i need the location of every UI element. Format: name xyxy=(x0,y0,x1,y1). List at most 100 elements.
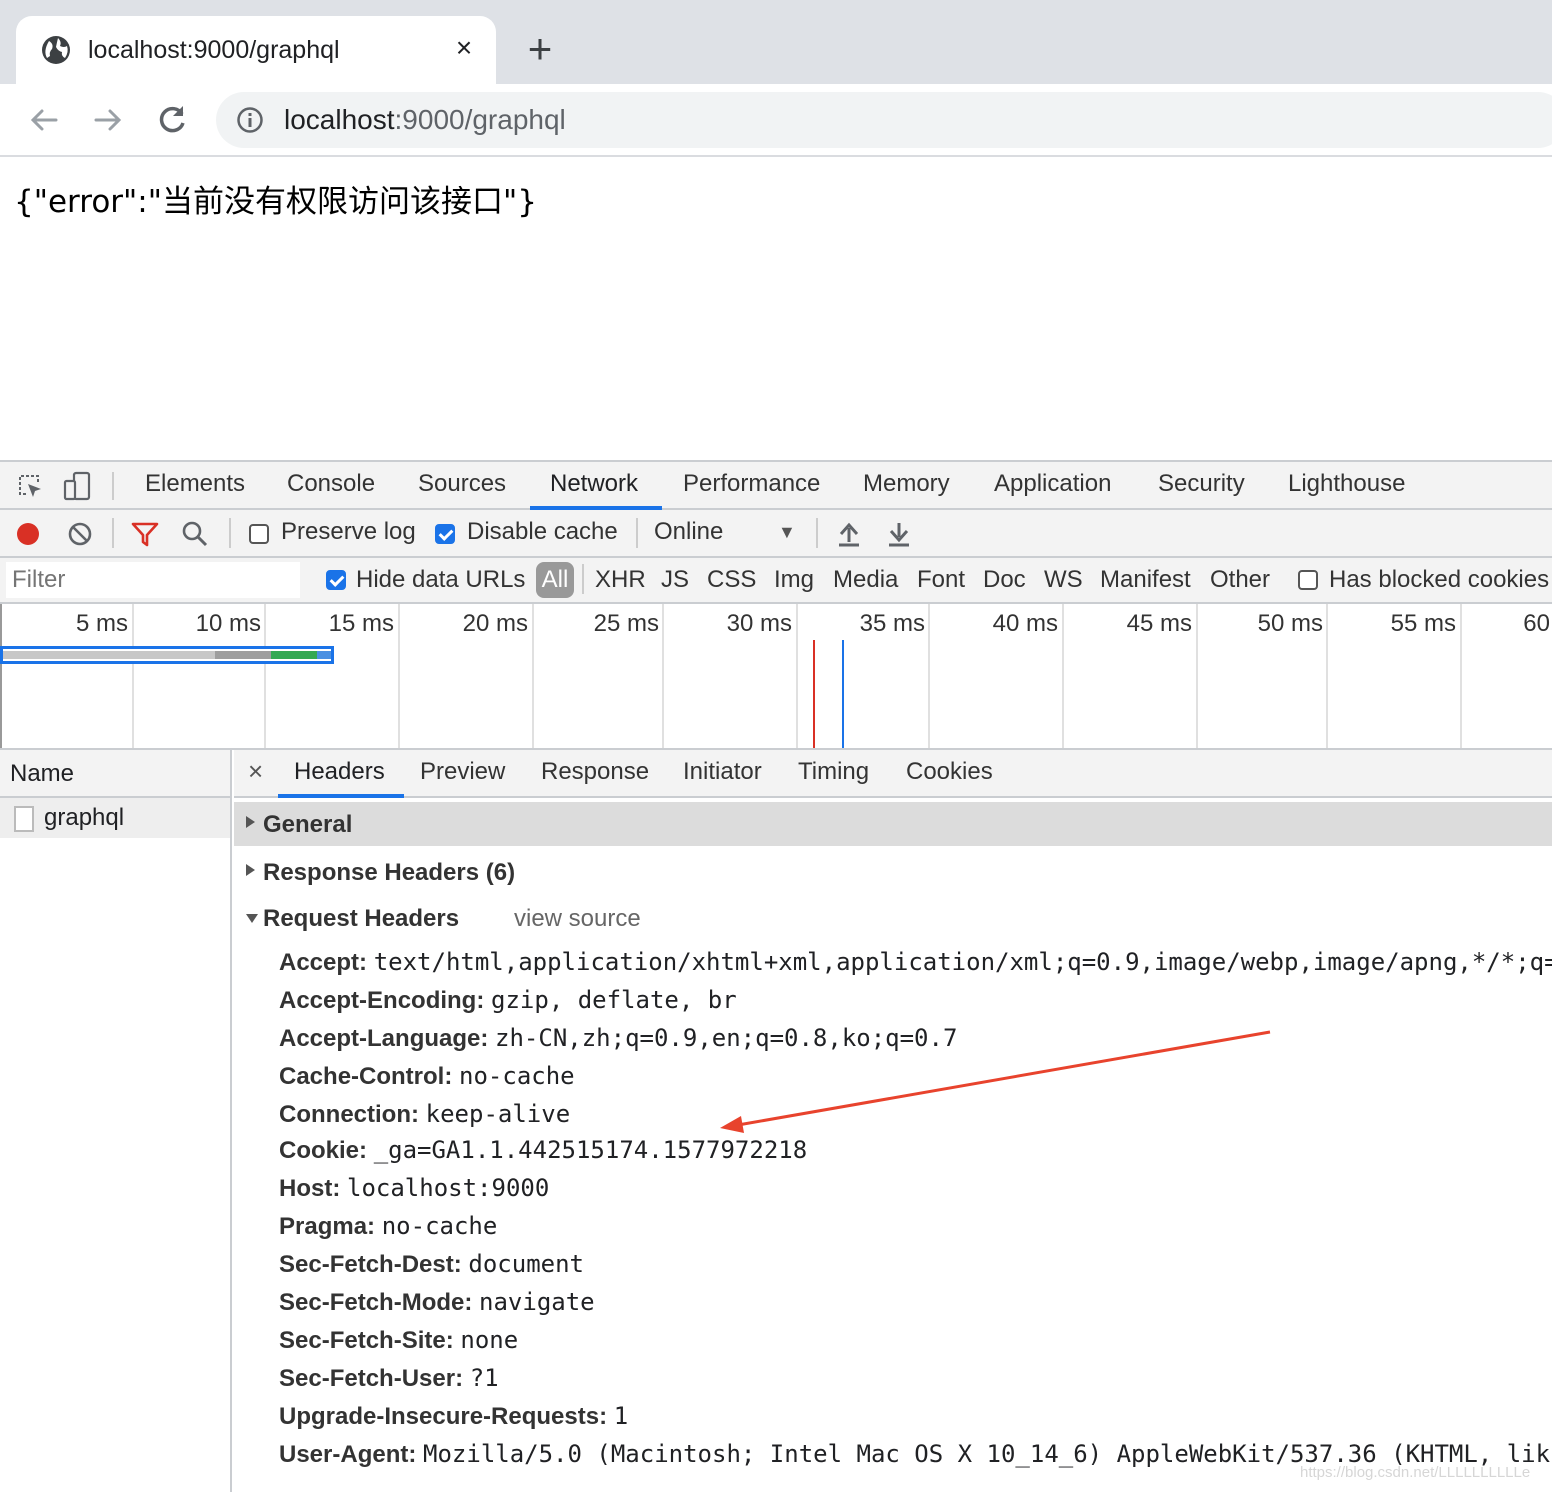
device-toolbar-icon[interactable] xyxy=(62,470,92,502)
timeline-gridline xyxy=(1460,604,1462,748)
request-header-row: Cache-Control: no-cache xyxy=(279,1062,575,1091)
request-header-row: Accept-Language: zh-CN,zh;q=0.9,en;q=0.8… xyxy=(279,1024,957,1053)
has-blocked-cookies-checkbox[interactable] xyxy=(1298,570,1318,590)
tab-performance[interactable]: Performance xyxy=(683,470,820,498)
network-overview-timeline[interactable]: 5 ms 10 ms 15 ms 20 ms 25 ms 30 ms 35 ms… xyxy=(0,604,1552,750)
waiting-segment xyxy=(215,651,271,659)
response-headers-title: Response Headers (6) xyxy=(263,859,516,886)
request-headers-section-header[interactable]: Request Headers view source xyxy=(234,896,1552,940)
name-column-header[interactable]: Name xyxy=(0,750,230,798)
filter-type-manifest[interactable]: Manifest xyxy=(1100,566,1191,594)
tab-sources[interactable]: Sources xyxy=(418,470,506,498)
header-value: navigate xyxy=(479,1288,595,1316)
filter-type-other[interactable]: Other xyxy=(1210,566,1270,594)
request-header-row: Sec-Fetch-Site: none xyxy=(279,1326,518,1355)
header-key: Connection: xyxy=(279,1101,419,1128)
filter-type-img[interactable]: Img xyxy=(774,566,814,594)
browser-tabstrip: localhost:9000/graphql × + xyxy=(0,0,1552,84)
view-source-link[interactable]: view source xyxy=(514,905,641,933)
tab-close-icon[interactable]: × xyxy=(448,32,480,64)
header-key: Host: xyxy=(279,1175,341,1202)
filter-type-doc[interactable]: Doc xyxy=(983,566,1026,594)
timeline-tick: 20 ms xyxy=(462,610,528,637)
watermark: https://blog.csdn.net/LLLLLLLLLLe xyxy=(1300,1464,1531,1481)
header-key: Sec-Fetch-Dest: xyxy=(279,1251,462,1278)
tab-network[interactable]: Network xyxy=(550,470,638,498)
network-filter-bar: Hide data URLs All XHR JS CSS Img Media … xyxy=(0,558,1552,604)
general-section-header[interactable]: General xyxy=(234,802,1552,846)
browser-tab[interactable]: localhost:9000/graphql × xyxy=(16,16,496,84)
request-row-graphql[interactable]: graphql xyxy=(0,798,230,838)
queueing-segment xyxy=(3,651,215,659)
filter-icon[interactable] xyxy=(130,520,160,548)
header-key: Sec-Fetch-Site: xyxy=(279,1327,454,1354)
request-header-row: Sec-Fetch-Mode: navigate xyxy=(279,1288,595,1317)
header-value: ?1 xyxy=(469,1364,499,1392)
details-tab-cookies[interactable]: Cookies xyxy=(906,758,993,786)
details-tab-headers[interactable]: Headers xyxy=(294,758,385,786)
clear-icon[interactable] xyxy=(66,520,94,548)
chevron-down-icon[interactable]: ▼ xyxy=(778,522,796,543)
timeline-tick: 35 ms xyxy=(859,610,925,637)
import-har-icon[interactable] xyxy=(836,520,862,548)
toolbar-divider xyxy=(582,564,584,594)
header-value: gzip, deflate, br xyxy=(491,986,737,1014)
filter-input[interactable] xyxy=(6,562,300,598)
header-key: Pragma: xyxy=(279,1213,376,1240)
forward-arrow-icon[interactable] xyxy=(86,98,130,142)
filter-type-css[interactable]: CSS xyxy=(707,566,756,594)
header-value: localhost:9000 xyxy=(347,1174,550,1202)
filter-type-ws[interactable]: WS xyxy=(1044,566,1083,594)
filter-type-font[interactable]: Font xyxy=(917,566,965,594)
site-info-icon[interactable] xyxy=(236,106,264,134)
details-tab-timing[interactable]: Timing xyxy=(798,758,869,786)
tab-memory[interactable]: Memory xyxy=(863,470,950,498)
inspect-element-icon[interactable] xyxy=(16,472,44,500)
back-arrow-icon[interactable] xyxy=(22,98,66,142)
download-segment xyxy=(271,651,317,659)
export-har-icon[interactable] xyxy=(886,520,912,548)
throttling-select[interactable]: Online xyxy=(654,518,723,546)
details-tab-initiator[interactable]: Initiator xyxy=(683,758,762,786)
content-segment xyxy=(317,651,331,659)
header-value: keep-alive xyxy=(425,1100,571,1128)
record-icon[interactable] xyxy=(14,520,42,548)
url-host: localhost xyxy=(284,104,395,135)
filter-type-media[interactable]: Media xyxy=(833,566,898,594)
close-details-icon[interactable]: × xyxy=(248,756,263,787)
tab-elements[interactable]: Elements xyxy=(145,470,245,498)
request-list: Name graphql xyxy=(0,750,232,1492)
filter-type-xhr[interactable]: XHR xyxy=(595,566,646,594)
response-headers-section-header[interactable]: Response Headers (6) xyxy=(234,850,1552,894)
request-header-row: Sec-Fetch-Dest: document xyxy=(279,1250,584,1279)
details-tab-response[interactable]: Response xyxy=(541,758,649,786)
page-response-text: {"error":"当前没有权限访问该接口"} xyxy=(14,184,537,220)
address-bar[interactable]: localhost:9000/graphql xyxy=(216,92,1552,148)
tab-lighthouse[interactable]: Lighthouse xyxy=(1288,470,1405,498)
filter-type-all[interactable]: All xyxy=(536,562,574,598)
search-icon[interactable] xyxy=(181,520,209,548)
tab-security[interactable]: Security xyxy=(1158,470,1245,498)
tab-application[interactable]: Application xyxy=(994,470,1111,498)
timeline-tick: 40 ms xyxy=(992,610,1058,637)
filter-type-js[interactable]: JS xyxy=(661,566,689,594)
timeline-tick: 45 ms xyxy=(1126,610,1192,637)
details-tabbar: × Headers Preview Response Initiator Tim… xyxy=(234,750,1552,798)
disable-cache-checkbox[interactable] xyxy=(435,524,455,544)
header-value: no-cache xyxy=(381,1212,498,1240)
reload-icon[interactable] xyxy=(150,98,194,142)
header-key: Cookie: xyxy=(279,1137,368,1164)
timeline-tick: 5 ms xyxy=(75,610,128,637)
request-header-row: Accept: text/html,application/xhtml+xml,… xyxy=(279,948,1552,977)
header-value: 1 xyxy=(613,1402,629,1430)
new-tab-button[interactable]: + xyxy=(520,28,560,70)
timeline-gridline xyxy=(1062,604,1064,748)
preserve-log-checkbox[interactable] xyxy=(249,524,269,544)
hide-data-urls-checkbox[interactable] xyxy=(326,570,346,590)
tab-console[interactable]: Console xyxy=(287,470,375,498)
header-value: document xyxy=(468,1250,584,1278)
document-file-icon xyxy=(14,806,34,832)
timeline-gridline xyxy=(264,604,266,748)
header-value: zh-CN,zh;q=0.9,en;q=0.8,ko;q=0.7 xyxy=(495,1024,958,1052)
details-tab-preview[interactable]: Preview xyxy=(420,758,505,786)
